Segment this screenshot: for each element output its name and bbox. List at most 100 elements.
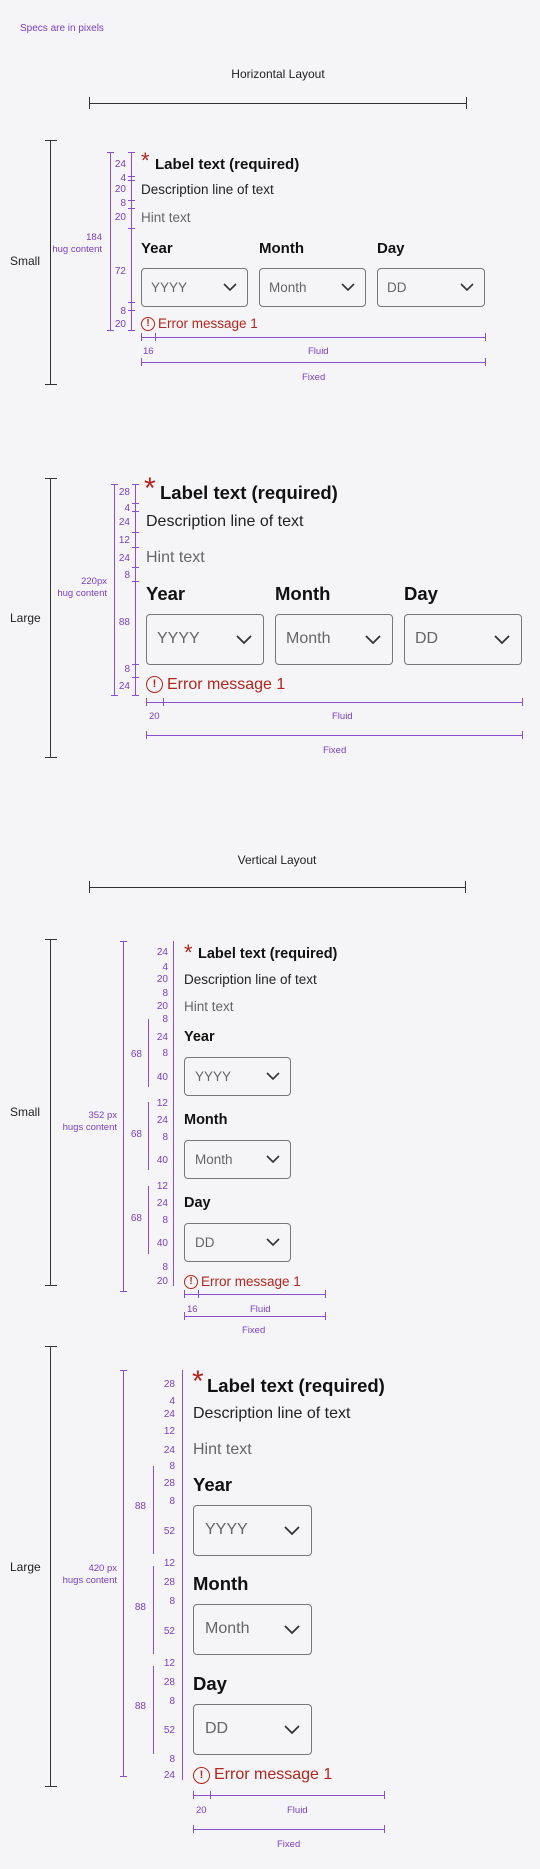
spec-tick bbox=[120, 1370, 127, 1371]
chevron-down-icon bbox=[236, 635, 252, 645]
bar-cap bbox=[45, 1346, 57, 1347]
required-asterisk: * bbox=[192, 1365, 204, 1398]
error-message: Error message 1 bbox=[214, 1766, 333, 1783]
spec-cap bbox=[163, 698, 164, 706]
month-select[interactable]: Month bbox=[275, 614, 393, 665]
inset-value: 16 bbox=[143, 346, 154, 357]
fixed-label: Fixed bbox=[242, 1325, 266, 1336]
spec-tick bbox=[132, 503, 139, 504]
spec-tick bbox=[132, 581, 139, 582]
spacing-value: 24 bbox=[114, 159, 126, 170]
month-select[interactable]: Month bbox=[193, 1604, 312, 1655]
bar-cap bbox=[45, 140, 57, 141]
fixed-label: Fixed bbox=[277, 1839, 301, 1850]
spec-cap bbox=[325, 1312, 326, 1320]
label-text: Label text (required) bbox=[198, 946, 338, 962]
spec-tick bbox=[132, 547, 139, 548]
hug-spec-line bbox=[123, 1370, 124, 1776]
year-select[interactable]: YYYY bbox=[141, 268, 248, 307]
fixed-spec-line bbox=[184, 1316, 325, 1317]
bar-cap bbox=[45, 1285, 57, 1286]
month-label: Month bbox=[184, 1112, 228, 1128]
label-text: Label text (required) bbox=[207, 1375, 385, 1396]
chevron-down-icon bbox=[341, 283, 355, 292]
day-select[interactable]: DD bbox=[404, 614, 522, 665]
spacing-value: 8 bbox=[124, 664, 130, 675]
spacing-value: 12 bbox=[163, 1558, 175, 1569]
spacing-value: 28 bbox=[163, 1677, 175, 1688]
month-select[interactable]: Month bbox=[259, 268, 366, 307]
spec-tick bbox=[132, 664, 139, 665]
spec-cap bbox=[325, 1290, 326, 1298]
spacing-value: 52 bbox=[163, 1526, 175, 1537]
size-label-large: Large bbox=[10, 1560, 41, 1574]
bar-cap bbox=[45, 757, 57, 758]
error-icon: ! bbox=[184, 1275, 198, 1289]
spec-tick bbox=[128, 302, 135, 303]
spec-tick bbox=[128, 208, 135, 209]
spacing-value: 8 bbox=[162, 1048, 168, 1059]
spec-tick bbox=[128, 152, 135, 153]
chevron-down-icon bbox=[284, 1625, 300, 1635]
year-select[interactable]: YYYY bbox=[193, 1505, 312, 1556]
spacing-value: 20 bbox=[114, 184, 126, 195]
month-placeholder: Month bbox=[205, 1620, 250, 1637]
group-spec-line bbox=[148, 1102, 149, 1170]
year-select[interactable]: YYYY bbox=[146, 614, 264, 665]
spacing-value: 8 bbox=[124, 570, 130, 581]
fixed-spec-line bbox=[193, 1829, 384, 1830]
bar-cap bbox=[45, 1786, 57, 1787]
spacing-value: 20 bbox=[156, 974, 168, 985]
horizontal-width-bar bbox=[89, 103, 467, 104]
spacing-value: 8 bbox=[120, 198, 126, 209]
group-value: 88 bbox=[134, 1602, 146, 1613]
spacing-spec-line bbox=[131, 152, 132, 330]
year-placeholder: YYYY bbox=[205, 1521, 248, 1538]
spacing-value: 8 bbox=[169, 1461, 175, 1472]
spacing-value: 28 bbox=[163, 1379, 175, 1390]
spacing-value: 40 bbox=[156, 1155, 168, 1166]
inset-value: 20 bbox=[196, 1805, 207, 1816]
spec-cap bbox=[193, 1825, 194, 1833]
month-label: Month bbox=[259, 240, 304, 257]
spacing-value: 8 bbox=[120, 306, 126, 317]
group-value: 68 bbox=[130, 1213, 142, 1224]
day-select[interactable]: DD bbox=[193, 1704, 312, 1755]
spec-cap bbox=[184, 1290, 185, 1298]
hint-text: Hint text bbox=[141, 210, 191, 225]
group-value: 88 bbox=[134, 1701, 146, 1712]
month-label: Month bbox=[193, 1573, 249, 1594]
description-text: Description line of text bbox=[141, 182, 274, 197]
day-select[interactable]: DD bbox=[377, 268, 485, 307]
spacing-value: 24 bbox=[156, 1198, 168, 1209]
hug-content-label: 184 hug content bbox=[52, 232, 102, 255]
year-placeholder: YYYY bbox=[157, 630, 200, 647]
spec-cap bbox=[384, 1825, 385, 1833]
spacing-value: 20 bbox=[156, 1276, 168, 1287]
day-select[interactable]: DD bbox=[184, 1223, 291, 1262]
fixed-spec-line bbox=[146, 735, 522, 736]
year-label: Year bbox=[146, 583, 186, 604]
spec-cap bbox=[193, 1791, 194, 1799]
day-label: Day bbox=[193, 1673, 227, 1694]
chevron-down-icon bbox=[494, 635, 510, 645]
year-select[interactable]: YYYY bbox=[184, 1057, 291, 1096]
spec-tick bbox=[120, 1776, 127, 1777]
spacing-value: 24 bbox=[163, 1770, 175, 1781]
spacing-value: 24 bbox=[118, 517, 130, 528]
spec-tick bbox=[128, 310, 135, 311]
spec-cap bbox=[146, 698, 147, 706]
spec-tick bbox=[120, 941, 127, 942]
month-select[interactable]: Month bbox=[184, 1140, 291, 1179]
bar-cap bbox=[466, 97, 467, 109]
error-message: Error message 1 bbox=[158, 316, 258, 331]
spec-cap bbox=[141, 333, 142, 341]
label-text: Label text (required) bbox=[160, 482, 338, 503]
spec-cap bbox=[210, 1791, 211, 1799]
error-icon: ! bbox=[141, 317, 155, 331]
spacing-value: 72 bbox=[114, 266, 126, 277]
vertical-layout-title: Vertical Layout bbox=[237, 853, 317, 867]
spacing-value: 20 bbox=[156, 1001, 168, 1012]
spec-cap bbox=[146, 731, 147, 739]
spacing-value: 8 bbox=[169, 1696, 175, 1707]
